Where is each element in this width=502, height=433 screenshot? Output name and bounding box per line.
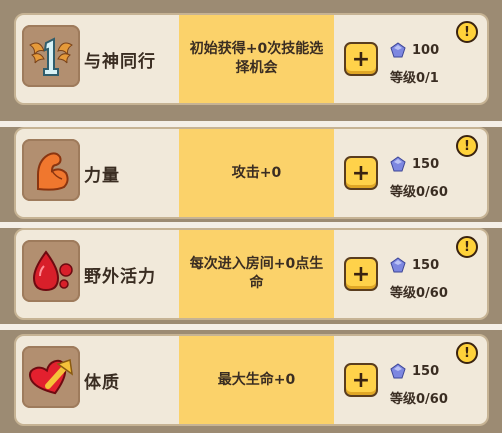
- skill-name: 野外活力: [84, 266, 156, 287]
- skill-level: 等级0/1: [390, 71, 439, 86]
- skill-level: 等级0/60: [390, 286, 448, 301]
- skill-description: 初始获得+0次技能选择机会: [179, 15, 334, 103]
- cost-value: 150: [412, 257, 440, 273]
- upgrade-cost: 150: [390, 256, 439, 274]
- upgrade-button[interactable]: +: [344, 257, 378, 291]
- cost-value: 150: [412, 363, 440, 379]
- skill-name: 力量: [84, 165, 120, 186]
- skill-name: 与神同行: [84, 51, 156, 72]
- skill-description: 最大生命+0: [179, 336, 334, 424]
- winged-one-icon: [29, 37, 73, 76]
- gem-icon: [390, 257, 406, 273]
- info-button[interactable]: !: [456, 236, 478, 258]
- upgrade-button[interactable]: +: [344, 156, 378, 190]
- cost-value: 100: [412, 42, 440, 58]
- skill-icon-tile: [22, 25, 80, 87]
- skill-description: 每次进入房间+0点生命: [179, 230, 334, 318]
- heart-up-arrow-icon: [28, 359, 73, 395]
- gem-icon: [390, 42, 406, 58]
- skill-card-strength: 力量 攻击+0 + 150 等级0/60 !: [14, 127, 489, 219]
- row-separator: [0, 324, 502, 330]
- cost-value: 150: [412, 156, 440, 172]
- skill-card-walk-with-god: 与神同行 初始获得+0次技能选择机会 + 100 等级0/1 !: [14, 13, 489, 105]
- info-button[interactable]: !: [456, 135, 478, 157]
- skill-icon-tile: [22, 240, 80, 302]
- skill-description: 攻击+0: [179, 129, 334, 217]
- gem-icon: [390, 363, 406, 379]
- upgrade-cost: 150: [390, 362, 439, 380]
- skill-name: 体质: [84, 372, 120, 393]
- info-button[interactable]: !: [456, 342, 478, 364]
- skill-icon-tile: [22, 139, 80, 201]
- gem-icon: [390, 156, 406, 172]
- skill-level: 等级0/60: [390, 392, 448, 407]
- upgrade-cost: 100: [390, 41, 439, 59]
- flexed-arm-icon: [37, 152, 69, 191]
- skill-icon-tile: [22, 346, 80, 408]
- skill-card-constitution: 体质 最大生命+0 + 150 等级0/60 !: [14, 334, 489, 426]
- skill-level: 等级0/60: [390, 185, 448, 200]
- upgrade-button[interactable]: +: [344, 42, 378, 76]
- skill-card-wild-vitality: 野外活力 每次进入房间+0点生命 + 150 等级0/60 !: [14, 228, 489, 320]
- upgrade-cost: 150: [390, 155, 439, 173]
- upgrade-button[interactable]: +: [344, 363, 378, 397]
- blood-drop-icon: [32, 250, 73, 292]
- info-button[interactable]: !: [456, 21, 478, 43]
